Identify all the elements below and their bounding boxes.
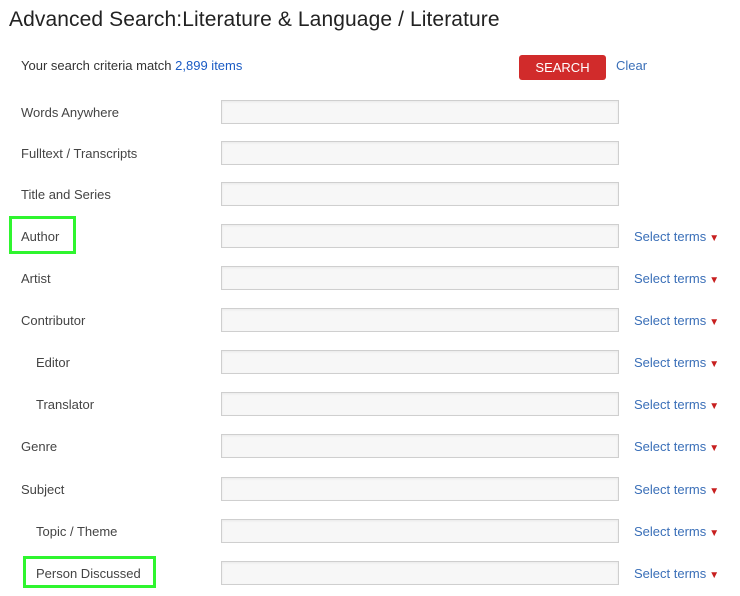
select-terms-link[interactable]: Select terms ▼ [634, 229, 719, 244]
caret-down-icon: ▼ [709, 486, 720, 497]
select-terms-link[interactable]: Select terms ▼ [634, 397, 719, 412]
field-label: Artist [21, 271, 51, 286]
editor-input[interactable] [221, 350, 619, 374]
author-input[interactable] [221, 224, 619, 248]
caret-down-icon: ▼ [709, 275, 720, 286]
field-row-title-series: Title and Series [0, 182, 740, 210]
words-anywhere-input[interactable] [221, 100, 619, 124]
clear-link[interactable]: Clear [616, 58, 647, 73]
field-row-topic-theme: Topic / Theme Select terms ▼ [0, 519, 740, 547]
select-terms-link[interactable]: Select terms ▼ [634, 524, 719, 539]
field-label: Title and Series [21, 187, 111, 202]
highlight-box-person-discussed [23, 556, 156, 588]
page-title: Advanced Search:Literature & Language / … [9, 8, 500, 31]
genre-input[interactable] [221, 434, 619, 458]
select-terms-link[interactable]: Select terms ▼ [634, 313, 719, 328]
caret-down-icon: ▼ [709, 528, 720, 539]
person-discussed-input[interactable] [221, 561, 619, 585]
select-terms-link[interactable]: Select terms ▼ [634, 271, 719, 286]
caret-down-icon: ▼ [709, 317, 720, 328]
caret-down-icon: ▼ [709, 443, 720, 454]
field-label: Topic / Theme [36, 524, 118, 539]
field-row-subject: Subject Select terms ▼ [0, 477, 740, 505]
fulltext-input[interactable] [221, 141, 619, 165]
select-terms-label: Select terms [634, 397, 707, 412]
result-count-link[interactable]: 2,899 items [175, 58, 242, 73]
select-terms-label: Select terms [634, 271, 707, 286]
caret-down-icon: ▼ [709, 570, 720, 581]
contributor-input[interactable] [221, 308, 619, 332]
field-row-genre: Genre Select terms ▼ [0, 434, 740, 462]
select-terms-link[interactable]: Select terms ▼ [634, 439, 719, 454]
search-button[interactable]: SEARCH [519, 55, 606, 80]
select-terms-link[interactable]: Select terms ▼ [634, 566, 719, 581]
field-label: Editor [36, 355, 70, 370]
field-row-artist: Artist Select terms ▼ [0, 266, 740, 294]
field-label: Subject [21, 482, 65, 497]
field-label: Genre [21, 439, 58, 454]
topic-theme-input[interactable] [221, 519, 619, 543]
field-row-translator: Translator Select terms ▼ [0, 392, 740, 420]
title-series-input[interactable] [221, 182, 619, 206]
field-row-editor: Editor Select terms ▼ [0, 350, 740, 378]
field-label: Fulltext / Transcripts [21, 146, 138, 161]
highlight-box-author [9, 216, 76, 254]
select-terms-label: Select terms [634, 229, 707, 244]
caret-down-icon: ▼ [709, 359, 720, 370]
field-label: Contributor [21, 313, 86, 328]
select-terms-link[interactable]: Select terms ▼ [634, 355, 719, 370]
field-label: Words Anywhere [21, 105, 120, 120]
select-terms-label: Select terms [634, 566, 707, 581]
field-row-author: Author Select terms ▼ [0, 224, 740, 252]
select-terms-label: Select terms [634, 524, 707, 539]
artist-input[interactable] [221, 266, 619, 290]
result-summary: Your search criteria match 2,899 items [21, 58, 242, 73]
field-label: Translator [36, 397, 95, 412]
translator-input[interactable] [221, 392, 619, 416]
select-terms-label: Select terms [634, 313, 707, 328]
subject-input[interactable] [221, 477, 619, 501]
caret-down-icon: ▼ [709, 233, 720, 244]
select-terms-link[interactable]: Select terms ▼ [634, 482, 719, 497]
caret-down-icon: ▼ [709, 401, 720, 412]
summary-text: Your search criteria match [21, 58, 172, 73]
field-row-fulltext: Fulltext / Transcripts [0, 141, 740, 169]
select-terms-label: Select terms [634, 439, 707, 454]
field-row-words-anywhere: Words Anywhere [0, 100, 740, 128]
select-terms-label: Select terms [634, 355, 707, 370]
select-terms-label: Select terms [634, 482, 707, 497]
field-row-contributor: Contributor Select terms ▼ [0, 308, 740, 336]
